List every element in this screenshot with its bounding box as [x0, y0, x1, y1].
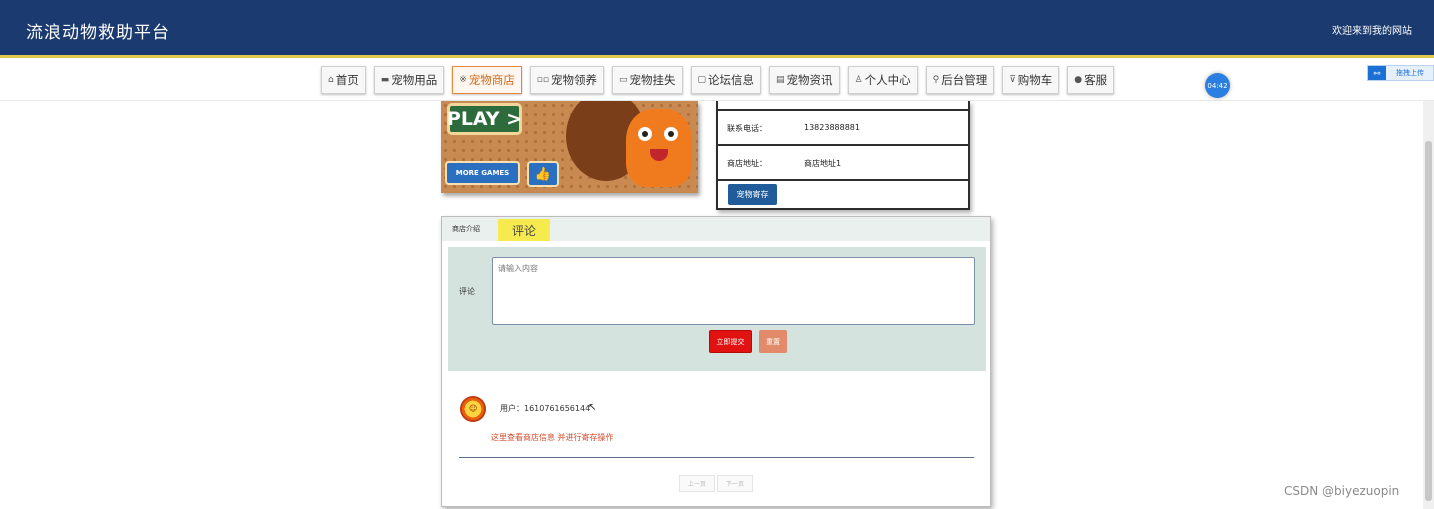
box-icon: ▬ [380, 75, 390, 85]
nav-item-label: 论坛信息 [708, 73, 755, 87]
store-icon: ※ [459, 75, 467, 85]
link-icon: ⚲ [932, 75, 940, 85]
nav-item-label: 宠物挂失 [629, 73, 676, 87]
nav-item-label: 购物车 [1017, 73, 1053, 87]
nav-item-label: 宠物用品 [391, 73, 438, 87]
comment-user: 用户：1610761656144 [500, 404, 591, 413]
upload-icon: ⚯ [1368, 66, 1386, 80]
forum-icon: ▢ [697, 75, 707, 85]
nav-item-home[interactable]: ⌂ 首页 [321, 66, 366, 94]
address-value: 商店地址1 [804, 159, 842, 168]
top-header: 流浪动物救助平台 欢迎来到我的网站 [0, 0, 1434, 58]
cat-eye-left [638, 127, 652, 141]
mouse-cursor-icon: ↖ [588, 402, 597, 413]
comment-textarea[interactable] [492, 257, 975, 325]
shop-image: PLAY > MORE GAMES 👍 [441, 101, 698, 193]
user-icon: ♙ [854, 75, 863, 85]
cat-eye-right [664, 127, 678, 141]
home-icon: ⌂ [328, 75, 334, 85]
nav-item-forum[interactable]: ▢ 论坛信息 [690, 66, 762, 94]
submit-button[interactable]: 立即提交 [709, 330, 752, 353]
scrollbar-thumb[interactable] [1425, 141, 1432, 501]
more-games-button: MORE GAMES [445, 161, 520, 185]
more-games-label: MORE GAMES [455, 169, 510, 177]
nav-item-label: 宠物领养 [550, 73, 597, 87]
shop-info-table: 联系电话： 13823888881 商店地址： 商店地址1 宠物寄存 [716, 101, 970, 210]
upload-label: 拖拽上传 [1396, 69, 1424, 77]
tab-comment[interactable]: 评论 [498, 219, 550, 241]
nav-item-label: 客服 [1084, 73, 1108, 87]
tab-shop-intro[interactable]: 商店介绍 [452, 224, 480, 234]
nav-item-label: 个人中心 [864, 73, 911, 87]
info-row-partial [718, 101, 968, 111]
play-button: PLAY > [447, 103, 522, 135]
nav-item-personal-center[interactable]: ♙ 个人中心 [847, 66, 918, 94]
comment-label: 评论 [459, 287, 475, 296]
nav-item-label: 宠物资讯 [786, 73, 833, 87]
pagination: 上一页 下一页 [679, 475, 753, 492]
address-label: 商店地址： [727, 159, 767, 168]
thumbs-up-icon: 👍 [527, 161, 559, 187]
nav-item-cart[interactable]: ⊽ 购物车 [1002, 66, 1060, 94]
timer-badge[interactable]: 04:42 [1205, 73, 1230, 98]
comment-text: 这里查看商店信息 并进行寄存操作 [491, 433, 614, 442]
nav-item-pet-lost[interactable]: ▭ 宠物挂失 [611, 66, 683, 94]
cat-illustration [626, 109, 692, 187]
page-scrollbar[interactable] [1423, 101, 1434, 509]
smiley-icon: ☺ [469, 404, 478, 413]
phone-value: 13823888881 [804, 123, 860, 132]
cart-icon: ⊽ [1009, 75, 1016, 85]
nav-item-label: 首页 [335, 73, 359, 87]
info-row-address: 商店地址： 商店地址1 [718, 146, 968, 181]
prev-page-button[interactable]: 上一页 [679, 475, 715, 492]
nav-item-pet-store[interactable]: ※ 宠物商店 [452, 66, 522, 94]
nav-item-service[interactable]: ● 客服 [1067, 66, 1115, 94]
adopt-icon: ▫▫ [536, 75, 549, 85]
comment-form: 评论 立即提交 重置 [448, 247, 986, 371]
welcome-text: 欢迎来到我的网站 [1332, 26, 1412, 37]
nav-item-admin[interactable]: ⚲ 后台管理 [925, 66, 995, 94]
pet-storage-button[interactable]: 宠物寄存 [728, 184, 777, 205]
watermark: CSDN @biyezuopin [1284, 484, 1400, 498]
nav-item-pet-supplies[interactable]: ▬ 宠物用品 [373, 66, 445, 94]
panel-tabs: 商店介绍 评论 [442, 217, 990, 241]
nav-item-label: 宠物商店 [468, 73, 515, 87]
service-icon: ● [1074, 75, 1083, 85]
nav-item-label: 后台管理 [941, 73, 988, 87]
phone-label: 联系电话： [727, 124, 767, 133]
news-icon: ▤ [776, 75, 785, 85]
avatar: ☺ [460, 396, 486, 422]
lost-icon: ▭ [618, 75, 628, 85]
next-page-button[interactable]: 下一页 [717, 475, 753, 492]
cat-mouth [650, 149, 668, 161]
nav-item-pet-adopt[interactable]: ▫▫ 宠物领养 [529, 66, 604, 94]
comment-panel: 商店介绍 评论 评论 立即提交 重置 ☺ 用户：1610761656144 ↖ … [441, 216, 991, 507]
divider [459, 457, 974, 458]
nav-menu: ⌂ 首页 ▬ 宠物用品 ※ 宠物商店 ▫▫ 宠物领养 ▭ 宠物挂失 ▢ 论坛信息 ▤ 宠物资讯… [321, 66, 1115, 94]
drag-upload-button[interactable]: ⚯ 拖拽上传 [1367, 65, 1434, 81]
site-title: 流浪动物救助平台 [26, 23, 170, 43]
nav-item-pet-news[interactable]: ▤ 宠物资讯 [769, 66, 840, 94]
reset-button[interactable]: 重置 [759, 330, 787, 353]
play-label: PLAY [446, 108, 500, 130]
info-row-phone: 联系电话： 13823888881 [718, 111, 968, 146]
